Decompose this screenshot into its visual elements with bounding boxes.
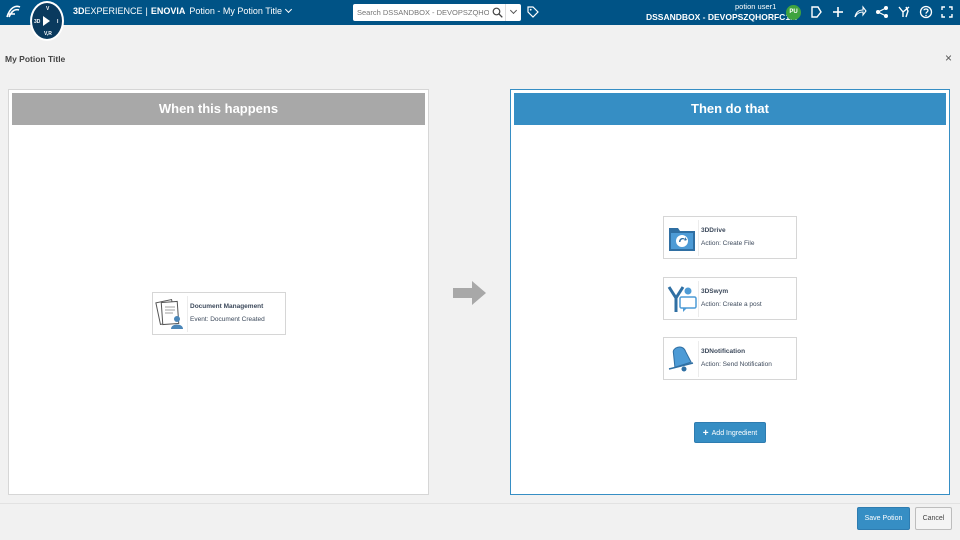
brand-3d: 3D <box>73 6 85 16</box>
app-title[interactable]: Potion - My Potion Title <box>189 6 282 16</box>
search-input[interactable] <box>357 6 489 19</box>
action-card[interactable]: 3DDrive Action: Create File <box>663 216 797 259</box>
card-subtitle: Action: Send Notification <box>701 361 772 368</box>
add-ingredient-button[interactable]: + Add Ingredient <box>694 422 766 443</box>
trigger-panel-header: When this happens <box>12 93 425 125</box>
chevron-down-icon <box>509 6 518 15</box>
bookmark-icon[interactable] <box>809 5 823 19</box>
card-subtitle: Action: Create a post <box>701 301 762 308</box>
compass-north[interactable]: V <box>46 6 49 12</box>
add-ingredient-label: Add Ingredient <box>711 430 758 437</box>
card-subtitle: Event: Document Created <box>190 316 265 323</box>
tenant-label[interactable]: DSSANDBOX - DEVOPSZQHORFC1... <box>646 12 797 22</box>
card-divider <box>698 281 699 317</box>
action-panel-header: Then do that <box>514 93 946 125</box>
card-divider <box>698 220 699 256</box>
card-title: Document Management <box>190 303 264 310</box>
plus-icon: + <box>702 428 709 439</box>
collaborate-icon[interactable] <box>897 5 911 19</box>
trigger-card[interactable]: Document Management Event: Document Crea… <box>152 292 286 335</box>
compass-west[interactable]: 3D <box>34 19 40 25</box>
search-icon[interactable] <box>492 7 503 18</box>
action-card[interactable]: 3DSwym Action: Create a post <box>663 277 797 320</box>
footer-divider <box>0 503 960 504</box>
page-title: My Potion Title <box>5 54 66 64</box>
help-icon[interactable] <box>919 5 933 19</box>
card-divider <box>187 296 188 332</box>
share-icon[interactable] <box>853 5 867 19</box>
tag-icon[interactable] <box>527 6 539 18</box>
user-name[interactable]: potion user1 <box>735 2 776 11</box>
brand-title: 3DEXPERIENCE | ENOVIA Potion - My Potion Ti… <box>73 5 292 16</box>
expand-icon[interactable] <box>940 5 954 19</box>
compass-south[interactable]: V,R <box>44 31 52 37</box>
card-title: 3DNotification <box>701 348 746 355</box>
top-bar: 3DEXPERIENCE | ENOVIA Potion - My Potion Ti… <box>0 0 960 25</box>
card-title: 3DSwym <box>701 288 729 295</box>
brand-enovia: ENOVIA <box>150 6 186 16</box>
cancel-button[interactable]: Cancel <box>915 507 952 530</box>
plus-icon[interactable] <box>831 5 845 19</box>
search-scope-dropdown[interactable] <box>505 4 521 21</box>
play-icon[interactable] <box>43 16 50 26</box>
brand-experience: EXPERIENCE <box>84 6 143 16</box>
document-management-icon <box>155 298 183 329</box>
action-card[interactable]: 3DNotification Action: Send Notification <box>663 337 797 380</box>
close-icon[interactable]: × <box>945 51 952 65</box>
card-title: 3DDrive <box>701 227 726 234</box>
save-potion-button[interactable]: Save Potion <box>857 507 910 530</box>
ds-logo-icon[interactable] <box>6 5 22 19</box>
arrow-right-icon <box>453 281 486 305</box>
network-icon[interactable] <box>875 5 889 19</box>
search-box <box>353 4 521 21</box>
3ddrive-icon <box>669 228 695 251</box>
compass-widget[interactable]: V 3D I V,R <box>30 1 64 41</box>
card-divider <box>698 341 699 377</box>
card-subtitle: Action: Create File <box>701 240 755 247</box>
3dnotification-icon <box>668 346 694 372</box>
avatar[interactable]: PU <box>786 5 801 20</box>
3dswym-icon <box>667 286 697 312</box>
brand-separator: | <box>145 6 148 16</box>
compass-east[interactable]: I <box>57 19 58 25</box>
chevron-down-icon[interactable] <box>284 5 292 14</box>
